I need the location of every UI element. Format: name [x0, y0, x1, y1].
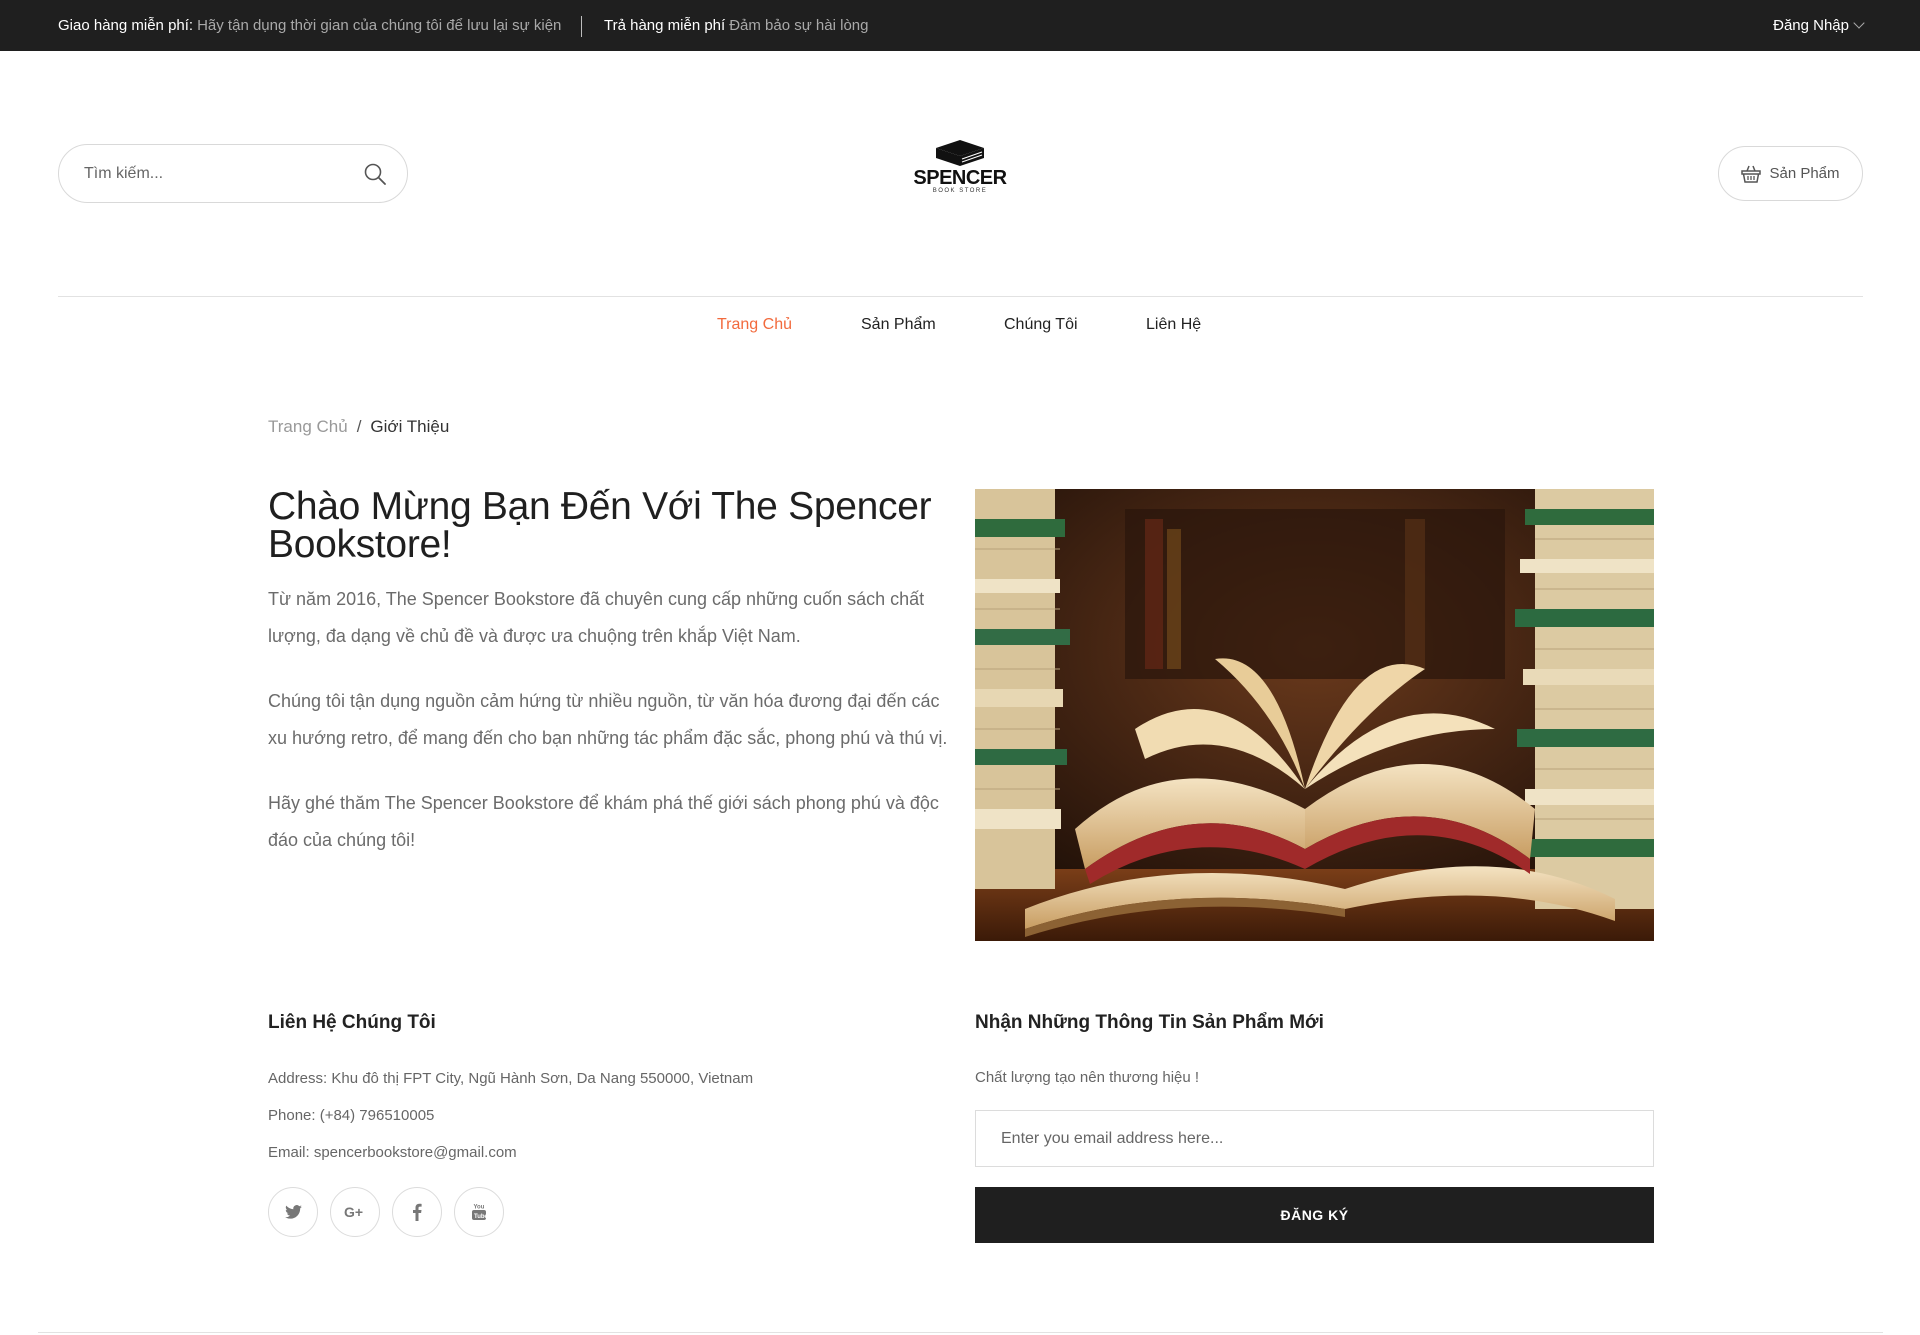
basket-icon: [1741, 165, 1762, 183]
intro-paragraph: Từ năm 2016, The Spencer Bookstore đã ch…: [268, 589, 925, 646]
contact-email: Email: spencerbookstore@gmail.com: [268, 1144, 517, 1161]
contact-address: Address: Khu đô thị FPT City, Ngũ Hành S…: [268, 1070, 754, 1087]
logo-name: SPENCER: [913, 167, 1007, 189]
nav-item-products[interactable]: Sản Phẩm: [861, 316, 936, 334]
cart-label: Sản Phẩm: [1769, 165, 1840, 182]
books-hero-image: [975, 489, 1654, 941]
promo-title: Trả hàng miễn phí: [604, 17, 726, 34]
intro-paragraph: Chúng tôi tận dụng nguồn cảm hứng từ nhi…: [268, 691, 948, 748]
search-input[interactable]: [84, 145, 354, 202]
newsletter-title: Nhận Những Thông Tin Sản Phẩm Mới: [975, 1012, 1324, 1033]
page-title: Chào Mừng Bạn Đến Với The Spencer Bookst…: [268, 485, 932, 566]
contact-section: Liên Hệ Chúng Tôi Address: Khu đô thị FP…: [268, 1012, 868, 1163]
breadcrumb-current: Giới Thiệu: [370, 417, 450, 436]
svg-text:You: You: [474, 1205, 485, 1211]
login-label: Đăng Nhập: [1773, 17, 1849, 34]
newsletter-section: Nhận Những Thông Tin Sản Phẩm Mới Chất l…: [975, 1012, 1654, 1243]
promo-text: Hãy tận dụng thời gian của chúng tôi để …: [197, 17, 562, 34]
newsletter-tagline: Chất lượng tạo nên thương hiệu !: [975, 1069, 1200, 1086]
breadcrumb-separator: /: [356, 417, 362, 436]
books-logo-icon: [936, 140, 984, 166]
promo-title: Giao hàng miễn phí:: [58, 17, 194, 34]
site-logo[interactable]: SPENCER BOOK STORE: [910, 138, 1010, 208]
svg-text:G+: G+: [344, 1205, 363, 1219]
breadcrumb-home-link[interactable]: Trang Chủ: [268, 417, 348, 436]
cart-button[interactable]: Sản Phẩm: [1718, 146, 1863, 201]
top-bar: Giao hàng miễn phí: Hãy tận dụng thời gi…: [0, 0, 1920, 51]
header-divider: [58, 296, 1863, 297]
newsletter-email-input[interactable]: [975, 1110, 1654, 1167]
search-box: [58, 144, 408, 203]
youtube-icon[interactable]: You Tube: [454, 1187, 504, 1237]
login-dropdown[interactable]: Đăng Nhập: [1773, 0, 1865, 51]
svg-text:Tube: Tube: [474, 1214, 487, 1220]
free-returns-promo: Trả hàng miễn phí Đảm bảo sự hài lòng: [604, 0, 868, 51]
facebook-icon[interactable]: [392, 1187, 442, 1237]
nav-item-home[interactable]: Trang Chủ: [717, 316, 792, 334]
twitter-icon[interactable]: [268, 1187, 318, 1237]
google-plus-icon[interactable]: G+: [330, 1187, 380, 1237]
intro-paragraph: Hãy ghé thăm The Spencer Bookstore để kh…: [268, 793, 939, 850]
search-icon[interactable]: [363, 162, 387, 186]
nav-item-about[interactable]: Chúng Tôi: [1004, 316, 1078, 334]
nav-item-contact[interactable]: Liên Hệ: [1146, 316, 1201, 334]
contact-title: Liên Hệ Chúng Tôi: [268, 1012, 436, 1033]
main-nav: Trang Chủ Sản Phẩm Chúng Tôi Liên Hệ: [0, 316, 1920, 346]
free-shipping-promo: Giao hàng miễn phí: Hãy tận dụng thời gi…: [58, 0, 561, 51]
chevron-down-icon: [1853, 17, 1865, 29]
breadcrumb: Trang Chủ / Giới Thiệu: [268, 417, 449, 437]
footer-divider: [38, 1332, 1883, 1333]
social-links: G+ You Tube: [268, 1187, 516, 1237]
open-books-illustration: [975, 489, 1654, 941]
contact-phone: Phone: (+84) 796510005: [268, 1107, 435, 1124]
about-intro: Chào Mừng Bạn Đến Với The Spencer Bookst…: [268, 485, 948, 859]
promo-text: Đảm bảo sự hài lòng: [729, 17, 869, 34]
subscribe-button[interactable]: ĐĂNG KÝ: [975, 1187, 1654, 1243]
topbar-divider: [581, 16, 582, 37]
